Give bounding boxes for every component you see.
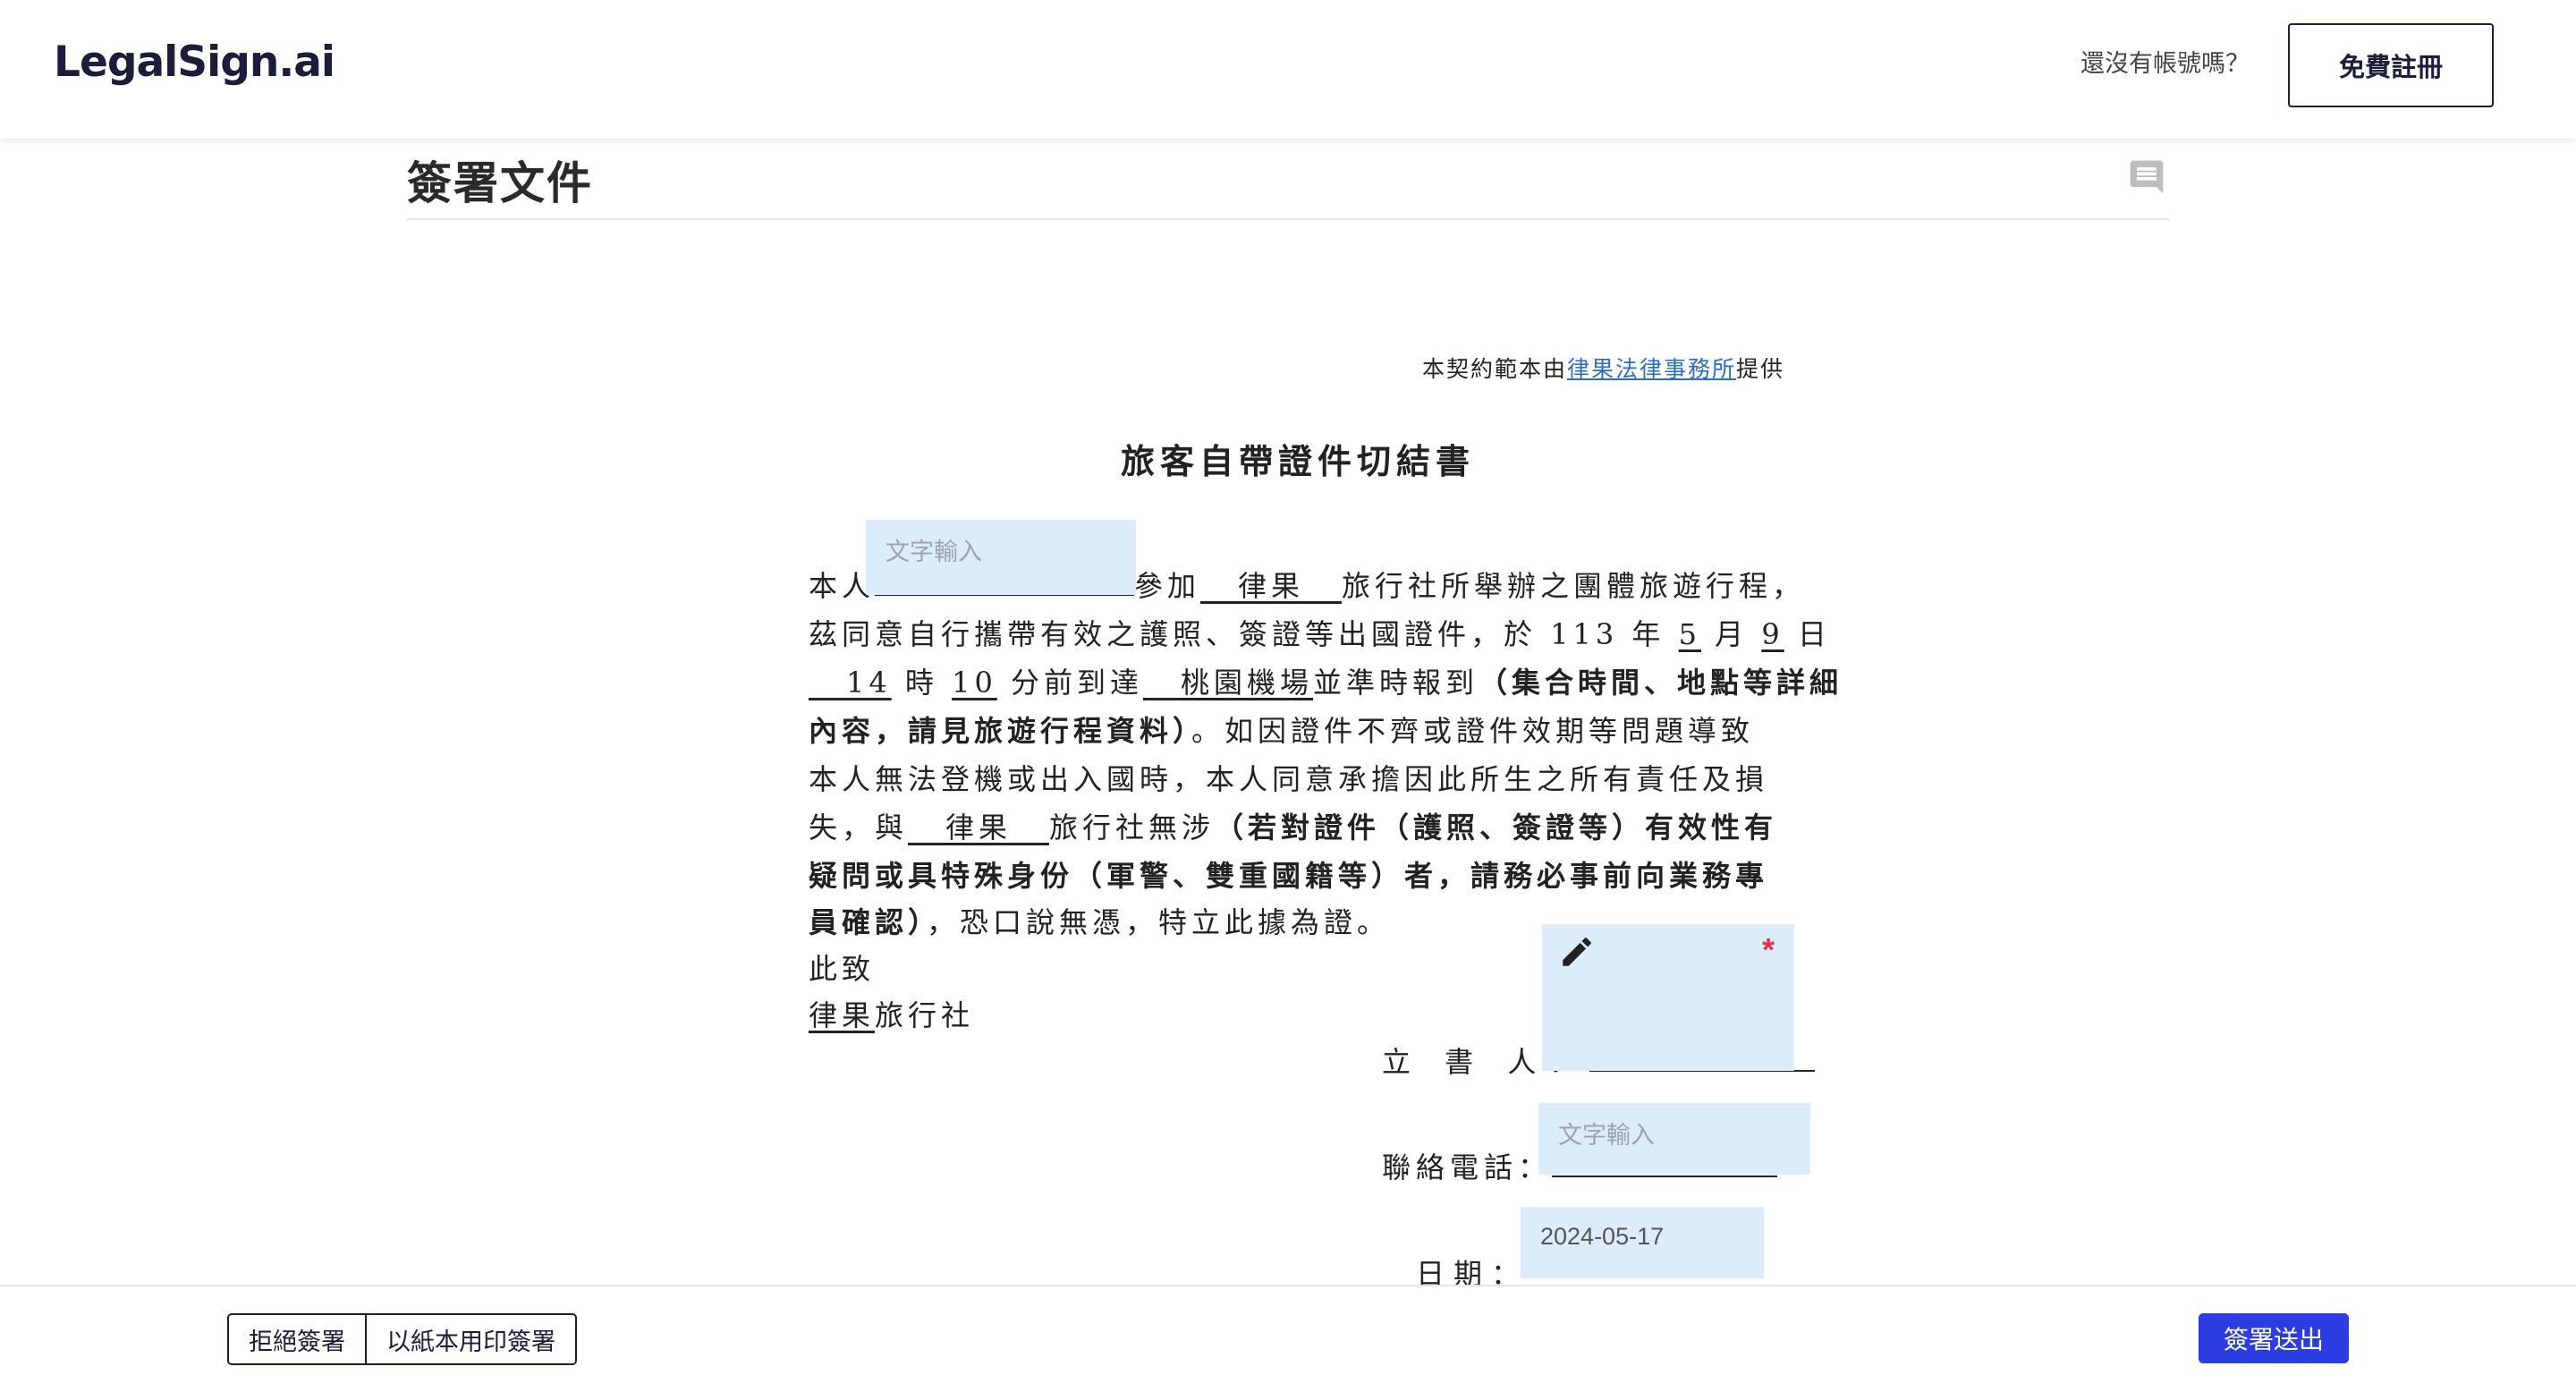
text-segment: 日 — [1784, 617, 1831, 651]
provided-suffix: 提供 — [1736, 356, 1785, 382]
text-segment: 時 — [891, 666, 953, 700]
signup-button[interactable]: 免費註冊 — [2288, 23, 2494, 107]
text-segment: 本人 — [809, 569, 876, 603]
paper-sign-button[interactable]: 以紙本用印簽署 — [365, 1315, 575, 1363]
paragraph-line-4: 內容，請見旅遊行程資料）。如因證件不齊或證件效期等問題導致 — [809, 707, 1754, 755]
bold-segment: （集合時間、地點等詳細 — [1479, 666, 1843, 700]
title-divider — [407, 218, 2169, 220]
top-navbar: LegalSign.ai 還沒有帳號嗎？ 免費註冊 — [0, 0, 2576, 139]
text-segment: 旅行社 — [875, 998, 975, 1032]
month-value: 5 — [1678, 617, 1701, 651]
text-segment: ，恐口說無憑，特立此據為證。 — [927, 905, 1391, 939]
text-segment: 茲同意自行攜帶有效之護照、簽證等出國證件，於 113 年 — [809, 617, 1679, 651]
paragraph-line-9: 此致 — [809, 952, 876, 986]
name-input-placeholder: 文字輸入 — [886, 539, 982, 565]
place-value: __桃園機場 — [1142, 666, 1313, 700]
paragraph-line-7: 疑問或具特殊身份（軍警、雙重國籍等）者，請務必事前向業務專 — [809, 859, 1769, 893]
text-segment: 分前到達 — [996, 666, 1143, 700]
phone-input-placeholder: 文字輸入 — [1558, 1122, 1655, 1149]
page-title: 簽署文件 — [407, 157, 593, 209]
text-segment: 旅行社所舉辦之團體旅遊行程， — [1342, 569, 1806, 603]
paragraph-line-3: __14 時 10 分前到達__桃園機場並準時報到（集合時間、地點等詳細 — [809, 658, 1843, 707]
document-title: 旅客自帶證件切結書 — [1121, 441, 1476, 481]
signature-field[interactable]: * — [1542, 924, 1794, 1071]
provided-prefix: 本契約範本由 — [1422, 356, 1568, 382]
day-value: 9 — [1761, 617, 1784, 651]
logo[interactable]: LegalSign.ai — [54, 36, 335, 89]
phone-text-input[interactable]: 文字輸入 — [1538, 1103, 1810, 1175]
required-mark: * — [1761, 931, 1775, 968]
reject-sign-button[interactable]: 拒絕簽署 — [229, 1315, 365, 1363]
minute-value: 10 — [952, 666, 997, 700]
text-segment: 旅行社無涉 — [1049, 811, 1216, 845]
paragraph-line-8: 員確認），恐口說無憑，特立此據為證。 — [809, 898, 1390, 946]
hour-value: __14 — [809, 666, 892, 700]
paragraph-line-2: 茲同意自行攜帶有效之護照、簽證等出國證件，於 113 年 5 月 9 日 — [809, 610, 1831, 658]
no-account-text: 還沒有帳號嗎？ — [2080, 50, 2250, 78]
phone-label: 聯絡電話： — [1382, 1150, 1553, 1184]
submit-signature-button[interactable]: 簽署送出 — [2199, 1313, 2349, 1363]
text-segment: 參加 — [1134, 569, 1201, 603]
agency-name: __律果__ — [1200, 569, 1343, 603]
agency-name: __律果__ — [908, 811, 1050, 845]
text-segment: 失，與 — [809, 811, 909, 845]
date-value: 2024-05-17 — [1540, 1223, 1665, 1250]
comment-icon[interactable] — [2127, 157, 2166, 197]
date-input[interactable]: 2024-05-17 — [1521, 1207, 1764, 1278]
paragraph-line-10: 律果旅行社 — [809, 991, 974, 1040]
pencil-icon — [1558, 933, 1596, 971]
text-segment: 。如因證件不齊或證件效期等問題導致 — [1191, 714, 1755, 748]
bold-segment: 員確認） — [809, 905, 928, 939]
text-segment: 月 — [1700, 617, 1762, 651]
paragraph-line-6: 失，與__律果__旅行社無涉（若對證件（護照、簽證等）有效性有 — [809, 803, 1777, 852]
paragraph-line-5: 本人無法登機或出入國時，本人同意承擔因此所生之所有責任及損 — [809, 762, 1769, 796]
agency-name: 律果 — [809, 998, 876, 1032]
provided-by-line: 本契約範本由律果法律事務所提供 — [1422, 352, 1784, 387]
bold-segment: （若對證件（護照、簽證等）有效性有 — [1215, 811, 1778, 845]
secondary-button-group: 拒絕簽署 以紙本用印簽署 — [227, 1313, 577, 1365]
law-firm-link[interactable]: 律果法律事務所 — [1567, 356, 1736, 382]
bold-segment: 內容，請見旅遊行程資料） — [809, 714, 1192, 748]
name-text-input[interactable]: 文字輸入 — [866, 520, 1136, 595]
text-segment: 並準時報到 — [1313, 666, 1479, 700]
bottom-action-bar: 拒絕簽署 以紙本用印簽署 簽署送出 — [0, 1285, 2576, 1392]
